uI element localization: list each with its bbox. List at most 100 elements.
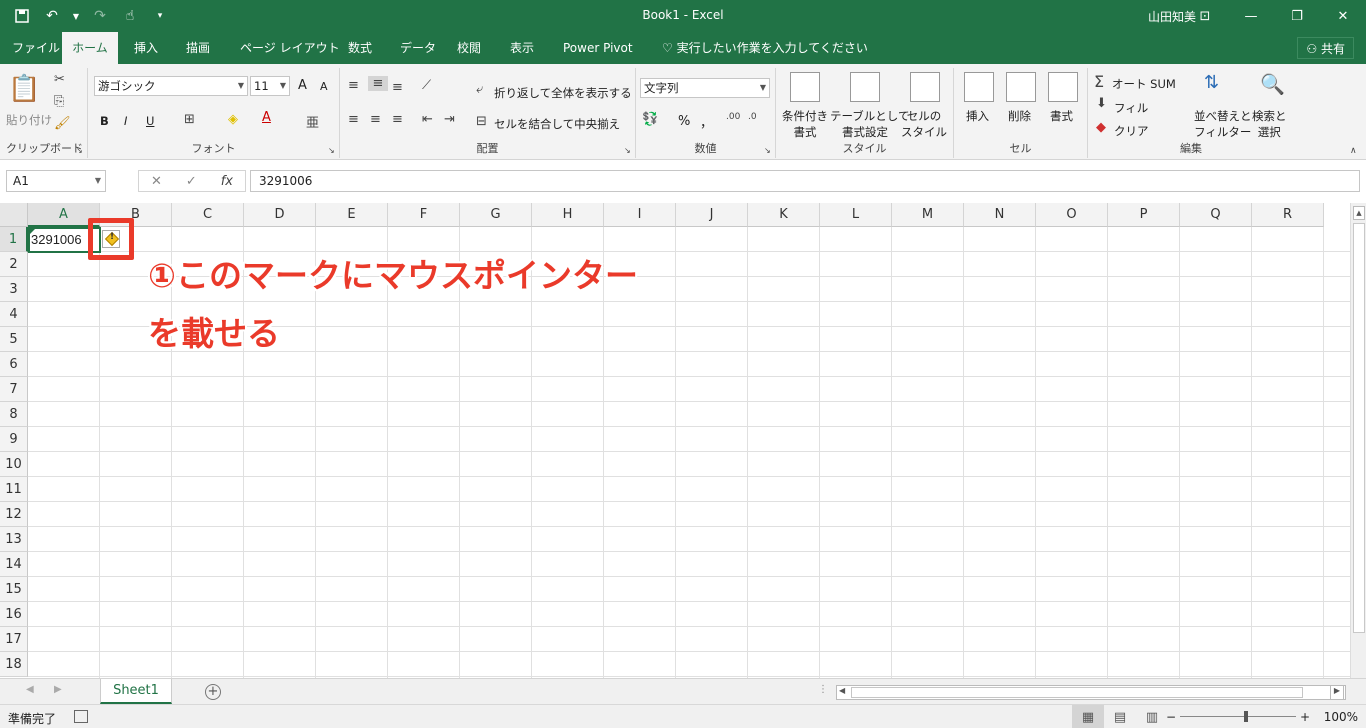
cell-styles-icon[interactable]	[910, 72, 940, 102]
format-as-table-icon[interactable]	[850, 72, 880, 102]
format-painter-icon[interactable]: 🖌	[54, 116, 71, 131]
format-cells-button[interactable]: 書式	[1050, 108, 1073, 124]
insert-cells-icon[interactable]	[964, 72, 994, 102]
conditional-format-icon[interactable]	[790, 72, 820, 102]
insert-function-icon[interactable]: fx	[221, 174, 233, 189]
column-header-f[interactable]: F	[388, 203, 460, 227]
phonetic-icon[interactable]: 亜	[306, 112, 319, 131]
tab-data[interactable]: データ	[390, 32, 446, 64]
column-header-j[interactable]: J	[676, 203, 748, 227]
tab-view[interactable]: 表示	[500, 32, 544, 64]
paste-button[interactable]: 貼り付け	[6, 112, 52, 128]
prev-sheet-icon[interactable]: ◀	[26, 684, 34, 695]
share-button[interactable]: ⚇ 共有	[1297, 37, 1354, 59]
row-header-1[interactable]: 1	[0, 227, 28, 252]
number-launcher-icon[interactable]: ↘	[764, 146, 771, 155]
vertical-scrollbar[interactable]: ▲	[1350, 203, 1366, 678]
align-bottom-icon[interactable]: ≡	[392, 80, 403, 95]
tab-draw[interactable]: 描画	[176, 32, 220, 64]
name-box[interactable]: A1 ▼	[6, 170, 106, 192]
font-name-select[interactable]: 游ゴシック ▼	[94, 76, 248, 96]
cell-styles-button[interactable]: セルの スタイル	[900, 108, 948, 140]
row-header-13[interactable]: 13	[0, 527, 28, 552]
percent-button[interactable]: %	[678, 114, 690, 129]
number-format-select[interactable]: 文字列 ▼	[640, 78, 770, 98]
row-header-16[interactable]: 16	[0, 602, 28, 627]
column-header-h[interactable]: H	[532, 203, 604, 227]
row-header-3[interactable]: 3	[0, 277, 28, 302]
row-header-4[interactable]: 4	[0, 302, 28, 327]
restore-icon[interactable]: ❐	[1274, 0, 1320, 32]
accounting-format-icon[interactable]: 💱	[642, 112, 658, 127]
scroll-right-icon[interactable]: ▶	[1330, 685, 1344, 700]
add-sheet-icon[interactable]: +	[205, 684, 221, 700]
column-header-d[interactable]: D	[244, 203, 316, 227]
autosum-button[interactable]: オート SUM	[1112, 76, 1176, 92]
tab-page-layout[interactable]: ページ レイアウト	[230, 32, 350, 64]
column-header-i[interactable]: I	[604, 203, 676, 227]
page-layout-view-icon[interactable]: ▤	[1104, 705, 1136, 728]
cut-icon[interactable]: ✂	[54, 72, 65, 87]
sheet-tab-sheet1[interactable]: Sheet1	[100, 679, 172, 704]
column-header-k[interactable]: K	[748, 203, 820, 227]
orientation-icon[interactable]: ⟋	[422, 78, 431, 93]
italic-button[interactable]: I	[124, 114, 127, 128]
align-left-icon[interactable]: ≡	[348, 112, 359, 127]
row-header-10[interactable]: 10	[0, 452, 28, 477]
horizontal-scroll-thumb[interactable]	[851, 687, 1303, 698]
vertical-scroll-thumb[interactable]	[1353, 223, 1365, 633]
zoom-in-icon[interactable]: +	[1300, 710, 1310, 724]
close-icon[interactable]: ✕	[1320, 0, 1366, 32]
horizontal-scrollbar[interactable]: ◀	[836, 685, 1346, 700]
column-header-g[interactable]: G	[460, 203, 532, 227]
column-header-c[interactable]: C	[172, 203, 244, 227]
tab-formulas[interactable]: 数式	[338, 32, 382, 64]
sort-filter-button[interactable]: 並べ替えと フィルター	[1194, 108, 1252, 140]
column-header-l[interactable]: L	[820, 203, 892, 227]
decrease-decimal-icon[interactable]: .0	[748, 112, 757, 122]
formula-input[interactable]: 3291006	[250, 170, 1360, 192]
align-right-icon[interactable]: ≡	[392, 112, 403, 127]
row-header-6[interactable]: 6	[0, 352, 28, 377]
column-header-r[interactable]: R	[1252, 203, 1324, 227]
cancel-icon[interactable]: ✕	[151, 174, 162, 189]
next-sheet-icon[interactable]: ▶	[54, 684, 62, 695]
zoom-out-icon[interactable]: −	[1166, 710, 1176, 724]
insert-cells-button[interactable]: 挿入	[966, 108, 989, 124]
align-middle-icon[interactable]: ≡	[368, 76, 388, 91]
enter-icon[interactable]: ✓	[186, 174, 197, 189]
copy-icon[interactable]: ⎘	[54, 94, 64, 109]
column-header-e[interactable]: E	[316, 203, 388, 227]
decrease-indent-icon[interactable]: ⇤	[422, 112, 433, 127]
underline-button[interactable]: U	[146, 114, 154, 128]
column-header-q[interactable]: Q	[1180, 203, 1252, 227]
minimize-icon[interactable]: —	[1228, 0, 1274, 32]
row-header-18[interactable]: 18	[0, 652, 28, 677]
alignment-launcher-icon[interactable]: ↘	[624, 146, 631, 155]
fill-color-icon[interactable]: ◈	[228, 112, 238, 127]
zoom-level[interactable]: 100%	[1324, 710, 1358, 724]
comma-button[interactable]: ，	[700, 112, 713, 131]
fill-button[interactable]: フィル	[1114, 100, 1148, 116]
sheet-split-handle[interactable]: ⋮	[818, 684, 828, 695]
macro-record-icon[interactable]	[74, 710, 88, 723]
tell-me-box[interactable]: ♡ 実行したい作業を入力してください	[652, 32, 878, 64]
align-center-icon[interactable]: ≡	[370, 112, 381, 127]
delete-cells-icon[interactable]	[1006, 72, 1036, 102]
zoom-slider-knob[interactable]	[1244, 711, 1248, 722]
font-color-icon[interactable]: A	[262, 110, 271, 125]
column-header-o[interactable]: O	[1036, 203, 1108, 227]
select-all-corner[interactable]	[0, 203, 28, 227]
column-header-m[interactable]: M	[892, 203, 964, 227]
tab-home[interactable]: ホーム	[62, 32, 118, 64]
tab-file[interactable]: ファイル	[2, 32, 70, 64]
clear-button[interactable]: クリア	[1114, 123, 1149, 139]
column-header-p[interactable]: P	[1108, 203, 1180, 227]
row-header-5[interactable]: 5	[0, 327, 28, 352]
tab-review[interactable]: 校閲	[447, 32, 491, 64]
page-break-view-icon[interactable]: ▥	[1136, 705, 1168, 728]
wrap-text-button[interactable]: 折り返して全体を表示する	[494, 85, 632, 101]
row-header-2[interactable]: 2	[0, 252, 28, 277]
scroll-up-icon[interactable]: ▲	[1353, 206, 1365, 220]
row-header-15[interactable]: 15	[0, 577, 28, 602]
